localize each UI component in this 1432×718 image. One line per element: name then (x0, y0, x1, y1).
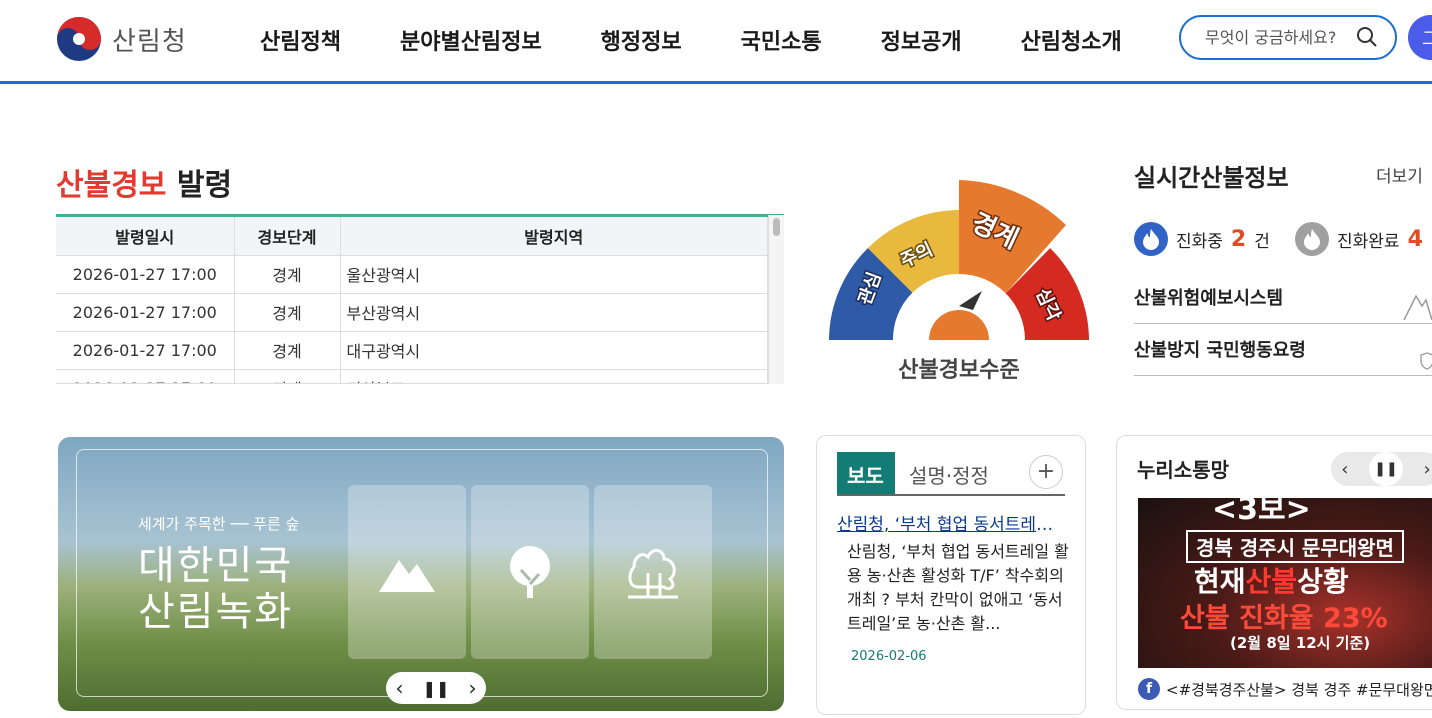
stat-in-progress[interactable]: 진화중 2 건 (1134, 222, 1270, 256)
stat-completed-count: 4 (1407, 226, 1423, 252)
promo-banner[interactable]: 세계가 주목한 ── 푸른 숲 대한민국 산림녹화 ‹ ❚❚ › (58, 437, 784, 711)
fire-icon (1134, 222, 1168, 256)
press-summary[interactable]: 산림청, ‘부처 협업 동서트레일 활용 농·산촌 활성화 T/F’ 착수회의 … (847, 540, 1069, 636)
next-icon[interactable]: › (1424, 459, 1431, 480)
cell-region: 경상북도 (340, 369, 768, 383)
forest-icon (628, 549, 678, 599)
banner-tile-forest[interactable] (594, 485, 712, 659)
realtime-title: 실시간산불정보 (1134, 164, 1289, 192)
pause-icon[interactable]: ❚❚ (423, 679, 450, 698)
logo[interactable]: 산림청 (56, 16, 187, 62)
alert-table: 발령일시 경보단계 발령지역 2026-01-27 17:00 경계 울산광역시… (56, 217, 768, 383)
table-row: 2026-01-27 17:00 경계 경상북도 (56, 369, 768, 383)
alert-title-rest: 발령 (166, 168, 233, 203)
nav-item-about[interactable]: 산림청소개 (1021, 24, 1122, 56)
shield-check-icon (1420, 352, 1432, 370)
scroll-thumb[interactable] (773, 218, 780, 236)
taegeuk-logo-icon (57, 17, 101, 61)
cell-level: 경계 (234, 331, 341, 370)
nav-item-forest-info[interactable]: 분야별산림정보 (400, 24, 542, 56)
table-row: 2026-01-27 17:00 경계 대구광역시 (56, 331, 768, 370)
main-nav: 산림정책 분야별산림정보 행정정보 국민소통 정보공개 산림청소개 (260, 24, 1181, 56)
search-box (1179, 15, 1397, 60)
more-plus-icon[interactable]: + (1029, 455, 1063, 489)
fire-icon (1295, 222, 1329, 256)
banner-title-line2: 산림녹화 (138, 589, 294, 635)
stat-in-progress-count: 2 (1230, 226, 1247, 252)
nav-item-admin-info[interactable]: 행정정보 (601, 24, 682, 56)
link-action-guide[interactable]: 산불방지 국민행동요령 (1134, 324, 1432, 376)
press-release-panel: 보도 설명·정정 + 산림청, ‘부처 협업 동서트레일 활용 농·산촌 활성화… (816, 435, 1086, 715)
image-text-status: 현재산불상황 (1194, 565, 1349, 598)
stat-completed[interactable]: 진화완료 4 건 (1295, 222, 1432, 256)
stat-completed-label: 진화완료 (1337, 231, 1400, 252)
image-text-time: (2월 8일 12시 기준) (1230, 634, 1371, 652)
banner-subtitle: 세계가 주목한 ── 푸른 숲 (138, 515, 300, 533)
banner-controls: ‹ ❚❚ › (386, 672, 486, 704)
column-header-level: 경보단계 (234, 217, 341, 256)
image-text-rate: 산불 진화율 23% (1180, 603, 1388, 634)
cell-level: 경계 (234, 293, 341, 332)
tab-press[interactable]: 보도 (837, 452, 895, 494)
press-date: 2026-02-06 (851, 649, 927, 664)
gauge-caption: 산불경보수준 (898, 358, 1020, 383)
image-text-location: 경북 경주시 문무대왕면 (1186, 530, 1404, 563)
sns-caption[interactable]: f <#경북경주산불> 경북 경주 #문무대왕면 #산불 (1138, 678, 1432, 700)
alert-table-container: 발령일시 경보단계 발령지역 2026-01-27 17:00 경계 울산광역시… (56, 214, 784, 384)
banner-tile-tree[interactable] (471, 485, 589, 659)
sns-caption-text: <#경북경주산불> 경북 경주 #문무대왕면 #산불 (1166, 680, 1432, 699)
image-text-report: <3보> (1212, 498, 1311, 527)
tab-divider (837, 494, 1065, 496)
sns-title: 누리소통망 (1137, 458, 1229, 482)
mountain-icon (379, 560, 435, 592)
site-header: 산림청 산림정책 분야별산림정보 행정정보 국민소통 정보공개 산림청소개 그 (0, 0, 1432, 84)
alert-title: 산불경보 발령 (56, 160, 232, 204)
nav-item-disclosure[interactable]: 정보공개 (881, 24, 962, 56)
header-extra-button[interactable]: 그 (1408, 15, 1432, 60)
realtime-more-link[interactable]: 더보기 (1376, 162, 1423, 187)
search-icon[interactable] (1355, 25, 1379, 49)
nav-item-policy[interactable]: 산림정책 (260, 24, 341, 56)
gauge-needle-icon (959, 291, 982, 310)
cell-date: 2026-01-27 17:00 (56, 331, 235, 370)
prev-icon[interactable]: ‹ (1341, 459, 1348, 480)
mountain-icon (1403, 294, 1432, 321)
prev-icon[interactable]: ‹ (396, 676, 404, 700)
link-forecast-system[interactable]: 산불위험예보시스템 (1134, 272, 1432, 324)
link-action-guide-label: 산불방지 국민행동요령 (1134, 340, 1306, 361)
cell-date: 2026-01-27 17:00 (56, 255, 235, 294)
gauge-center-hub (929, 310, 989, 340)
banner-title-line1: 대한민국 (138, 543, 294, 589)
cell-region: 부산광역시 (340, 293, 768, 332)
tree-icon (510, 546, 550, 598)
cell-region: 울산광역시 (340, 255, 768, 294)
cell-level: 경계 (234, 369, 341, 383)
stat-unit: 건 (1254, 231, 1270, 252)
table-scrollbar[interactable] (768, 215, 784, 384)
cell-region: 대구광역시 (340, 331, 768, 370)
column-header-date: 발령일시 (56, 217, 235, 256)
table-row: 2026-01-27 17:00 경계 부산광역시 (56, 293, 768, 332)
sns-panel: 누리소통망 ‹ ❚❚ › <3보> 경북 경주시 문무대왕면 현재산불상황 산불… (1116, 435, 1432, 710)
column-header-region: 발령지역 (340, 217, 768, 256)
banner-title: 대한민국 산림녹화 (138, 543, 293, 635)
table-row: 2026-01-27 17:00 경계 울산광역시 (56, 255, 768, 294)
logo-text: 산림청 (112, 26, 187, 57)
stat-in-progress-label: 진화중 (1176, 231, 1223, 252)
search-input[interactable] (1205, 28, 1345, 47)
link-forecast-system-label: 산불위험예보시스템 (1134, 288, 1284, 309)
press-headline[interactable]: 산림청, ‘부처 협업 동서트레일 활용 농·산촌 활성화 T/F’ 착수회 (837, 510, 1057, 535)
alert-title-highlight: 산불경보 (56, 168, 167, 203)
nav-item-communication[interactable]: 국민소통 (741, 24, 822, 56)
sns-controls: ‹ ❚❚ › (1331, 452, 1432, 486)
banner-tile-mountain[interactable] (348, 485, 466, 659)
next-icon[interactable]: › (468, 676, 476, 700)
cell-level: 경계 (234, 255, 341, 294)
tab-explanation[interactable]: 설명·정정 (909, 460, 989, 489)
pause-icon[interactable]: ❚❚ (1369, 452, 1403, 486)
sns-post-image[interactable]: <3보> 경북 경주시 문무대왕면 현재산불상황 산불 진화율 23% (2월 … (1138, 498, 1432, 668)
cell-date: 2026-01-27 17:00 (56, 293, 235, 332)
facebook-icon: f (1138, 678, 1160, 700)
cell-date: 2026-01-27 17:00 (56, 369, 235, 383)
